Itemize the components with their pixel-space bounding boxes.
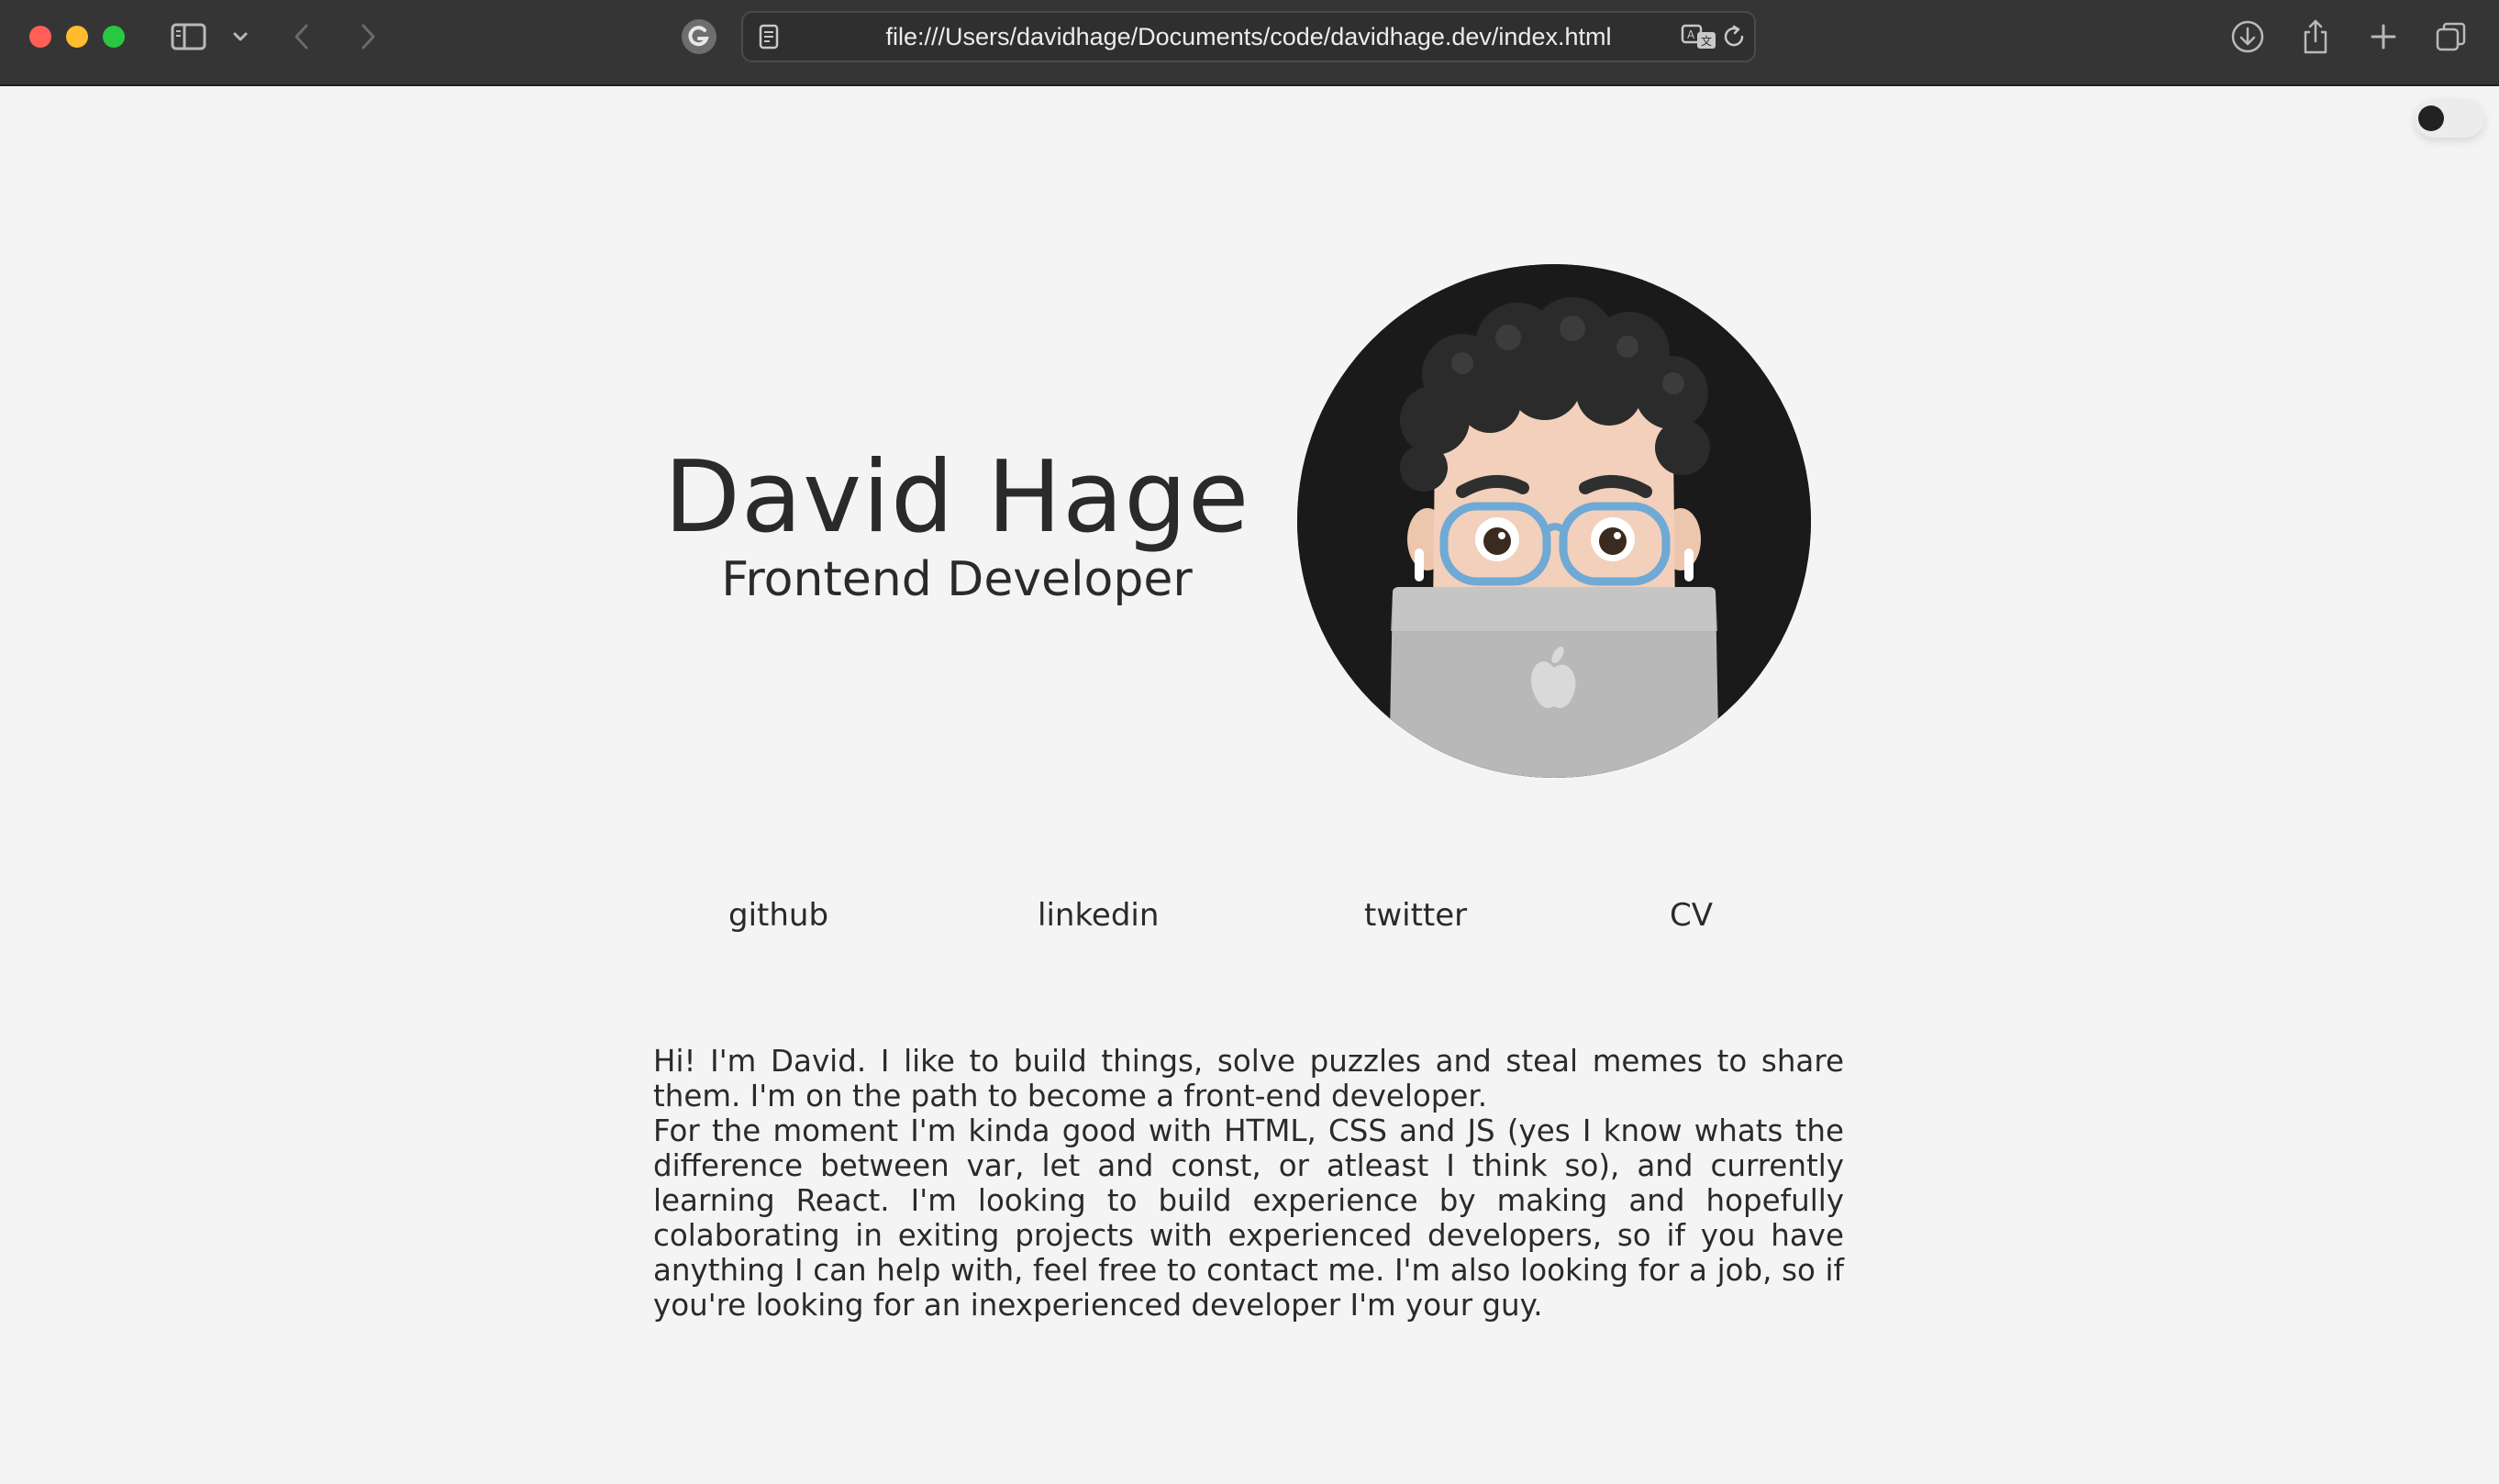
toggle-knob [2418,105,2444,131]
svg-text:文: 文 [1701,34,1712,48]
bio-details: For the moment I'm kinda good with HTML,… [653,1113,1844,1323]
avatar [1297,264,1811,778]
download-icon[interactable] [2227,17,2268,57]
translate-icon[interactable]: A文 [1679,17,1719,57]
cv-link[interactable]: CV [1670,892,1713,939]
linkedin-link[interactable]: linkedin [1038,892,1159,939]
github-link[interactable]: github [728,892,828,939]
bio-intro: Hi! I'm David. I like to build things, s… [653,1044,1844,1113]
twitter-link[interactable]: twitter [1364,892,1467,939]
browser-toolbar: file:///Users/davidhage/Documents/code/d… [0,0,2499,86]
grammarly-icon[interactable] [679,17,719,57]
url-text: file:///Users/davidhage/Documents/code/d… [885,23,1612,50]
minimize-window-button[interactable] [66,26,88,48]
bio: Hi! I'm David. I like to build things, s… [653,1044,1844,1323]
share-icon[interactable] [2297,17,2334,57]
reload-icon[interactable] [1717,17,1750,57]
address-bar[interactable]: file:///Users/davidhage/Documents/code/d… [741,11,1756,62]
zoom-window-button[interactable] [103,26,125,48]
svg-text:A: A [1687,28,1695,41]
close-window-button[interactable] [29,26,51,48]
plus-icon[interactable] [2365,17,2402,57]
back-icon[interactable] [288,17,316,57]
memoji-avatar-icon [1297,264,1811,778]
tabs-icon[interactable] [2433,17,2470,57]
forward-icon[interactable] [354,17,382,57]
job-title: Frontend Developer [721,552,1193,607]
sidebar-icon[interactable] [169,17,209,57]
chevron-down-icon[interactable] [229,17,251,57]
theme-toggle[interactable] [2415,99,2484,138]
page-title: David Hage [663,440,1250,555]
